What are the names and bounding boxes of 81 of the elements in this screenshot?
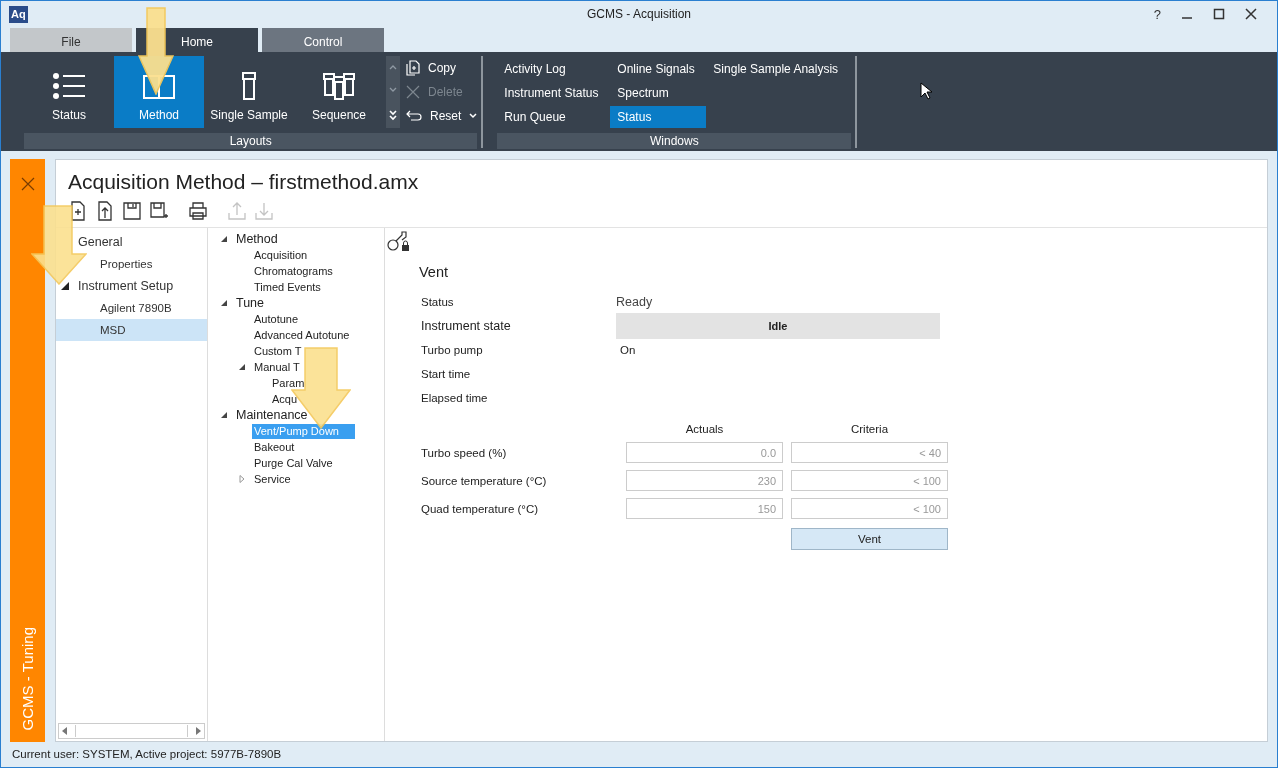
expanded-icon[interactable]	[220, 235, 228, 243]
tree-item[interactable]: Agilent 7890B	[100, 302, 172, 314]
save-icon[interactable]	[122, 201, 142, 221]
tree-item[interactable]: General	[78, 235, 123, 249]
window-item[interactable]: Online Signals	[610, 58, 707, 80]
expanded-icon[interactable]	[220, 299, 228, 307]
side-panel-title: GCMS - Tuning	[19, 626, 36, 730]
tree-item[interactable]: Param	[270, 375, 307, 391]
maximize-icon[interactable]	[1213, 8, 1225, 20]
help-button[interactable]: ?	[1153, 6, 1161, 22]
list-icon	[52, 72, 86, 100]
ribbon-tab[interactable]: Control	[262, 28, 384, 52]
horizontal-scrollbar[interactable]	[58, 723, 205, 739]
mouse-cursor-icon	[920, 82, 932, 100]
window-item[interactable]: Activity Log	[497, 58, 611, 80]
tree-item[interactable]: Bakeout	[252, 439, 297, 455]
status-bar-text: Current user: SYSTEM, Active project: 5977B-7890B	[12, 748, 282, 760]
open-icon[interactable]	[95, 201, 115, 221]
vent-button[interactable]: Vent	[791, 528, 948, 550]
ribbon-tab[interactable]: File	[10, 28, 132, 52]
delete-icon	[406, 85, 420, 99]
collapsed-icon[interactable]	[238, 475, 246, 483]
tree-item[interactable]: Maintenance	[234, 407, 310, 423]
tree-item[interactable]: Acquisition	[252, 247, 310, 263]
close-icon[interactable]	[1245, 8, 1257, 20]
field-value: Ready	[616, 295, 654, 309]
field-label: Elapsed time	[420, 392, 489, 404]
layout-button[interactable]: Single Sample	[204, 56, 294, 128]
caret-icon	[469, 113, 478, 119]
undo-icon	[406, 110, 422, 122]
expanded-icon[interactable]	[220, 411, 228, 419]
window-item[interactable]: Spectrum	[610, 82, 707, 104]
field-label: Quad temperature (°C)	[420, 502, 540, 515]
section-title: Vent	[419, 264, 450, 280]
tree-item[interactable]: Properties	[100, 258, 153, 270]
layout-button[interactable]: Status	[24, 56, 114, 128]
tree-item[interactable]: Purge Cal Valve	[252, 455, 335, 471]
column-header: Actuals	[684, 423, 725, 435]
tree-item[interactable]: Instrument Setup	[78, 279, 174, 293]
vials-icon	[322, 72, 356, 100]
window-item[interactable]: Status	[610, 106, 707, 128]
field-label: Turbo pump	[420, 344, 484, 356]
tree-item[interactable]: Acqu	[270, 391, 300, 407]
group-label: Windows	[497, 133, 852, 149]
document-title: Acquisition Method – firstmethod.amx	[67, 169, 420, 195]
edit-action-button[interactable]: Copy	[406, 58, 478, 78]
window-item[interactable]: Single Sample Analysis	[706, 58, 852, 80]
scroll-up-icon[interactable]	[388, 63, 398, 72]
tree-item[interactable]: Manual T	[252, 359, 302, 375]
edit-action-button[interactable]: Reset	[406, 106, 478, 126]
tree-item[interactable]: Custom T	[252, 343, 304, 359]
tree-item[interactable]: Tune	[234, 295, 267, 311]
window-item[interactable]: Run Queue	[497, 106, 611, 128]
tree-item[interactable]: Chromatograms	[252, 263, 335, 279]
group-label: Layouts	[24, 133, 478, 149]
copy-icon	[406, 60, 420, 76]
field-label: Source temperature (°C)	[420, 474, 548, 487]
tree-item[interactable]: Method	[234, 231, 280, 247]
key-lock-icon	[387, 230, 411, 252]
save-as-icon[interactable]	[149, 201, 169, 221]
field-label: Start time	[420, 368, 472, 380]
layout-button[interactable]: Sequence	[294, 56, 384, 128]
app-logo: Aq	[9, 5, 28, 23]
expanded-icon[interactable]	[60, 281, 70, 291]
tree-item[interactable]: MSD	[100, 324, 126, 336]
field-label: Status	[420, 296, 455, 308]
tree-item[interactable]: Advanced Autotune	[252, 327, 352, 343]
column-header: Criteria	[849, 423, 890, 435]
print-icon[interactable]	[188, 201, 208, 221]
field-label: Instrument state	[420, 319, 512, 333]
field-value: On	[619, 344, 637, 356]
state-indicator: Idle	[616, 313, 940, 339]
expanded-icon[interactable]	[238, 363, 246, 371]
window-item[interactable]: Instrument Status	[497, 82, 611, 104]
tree-item[interactable]: Service	[252, 471, 293, 487]
tree-item[interactable]: Timed Events	[252, 279, 323, 295]
tree-item[interactable]: Autotune	[252, 311, 301, 327]
window-title: GCMS - Acquisition	[586, 7, 691, 21]
field-label: Turbo speed (%)	[420, 446, 508, 459]
expand-icon[interactable]	[388, 108, 398, 121]
scroll-down-icon[interactable]	[388, 86, 398, 94]
